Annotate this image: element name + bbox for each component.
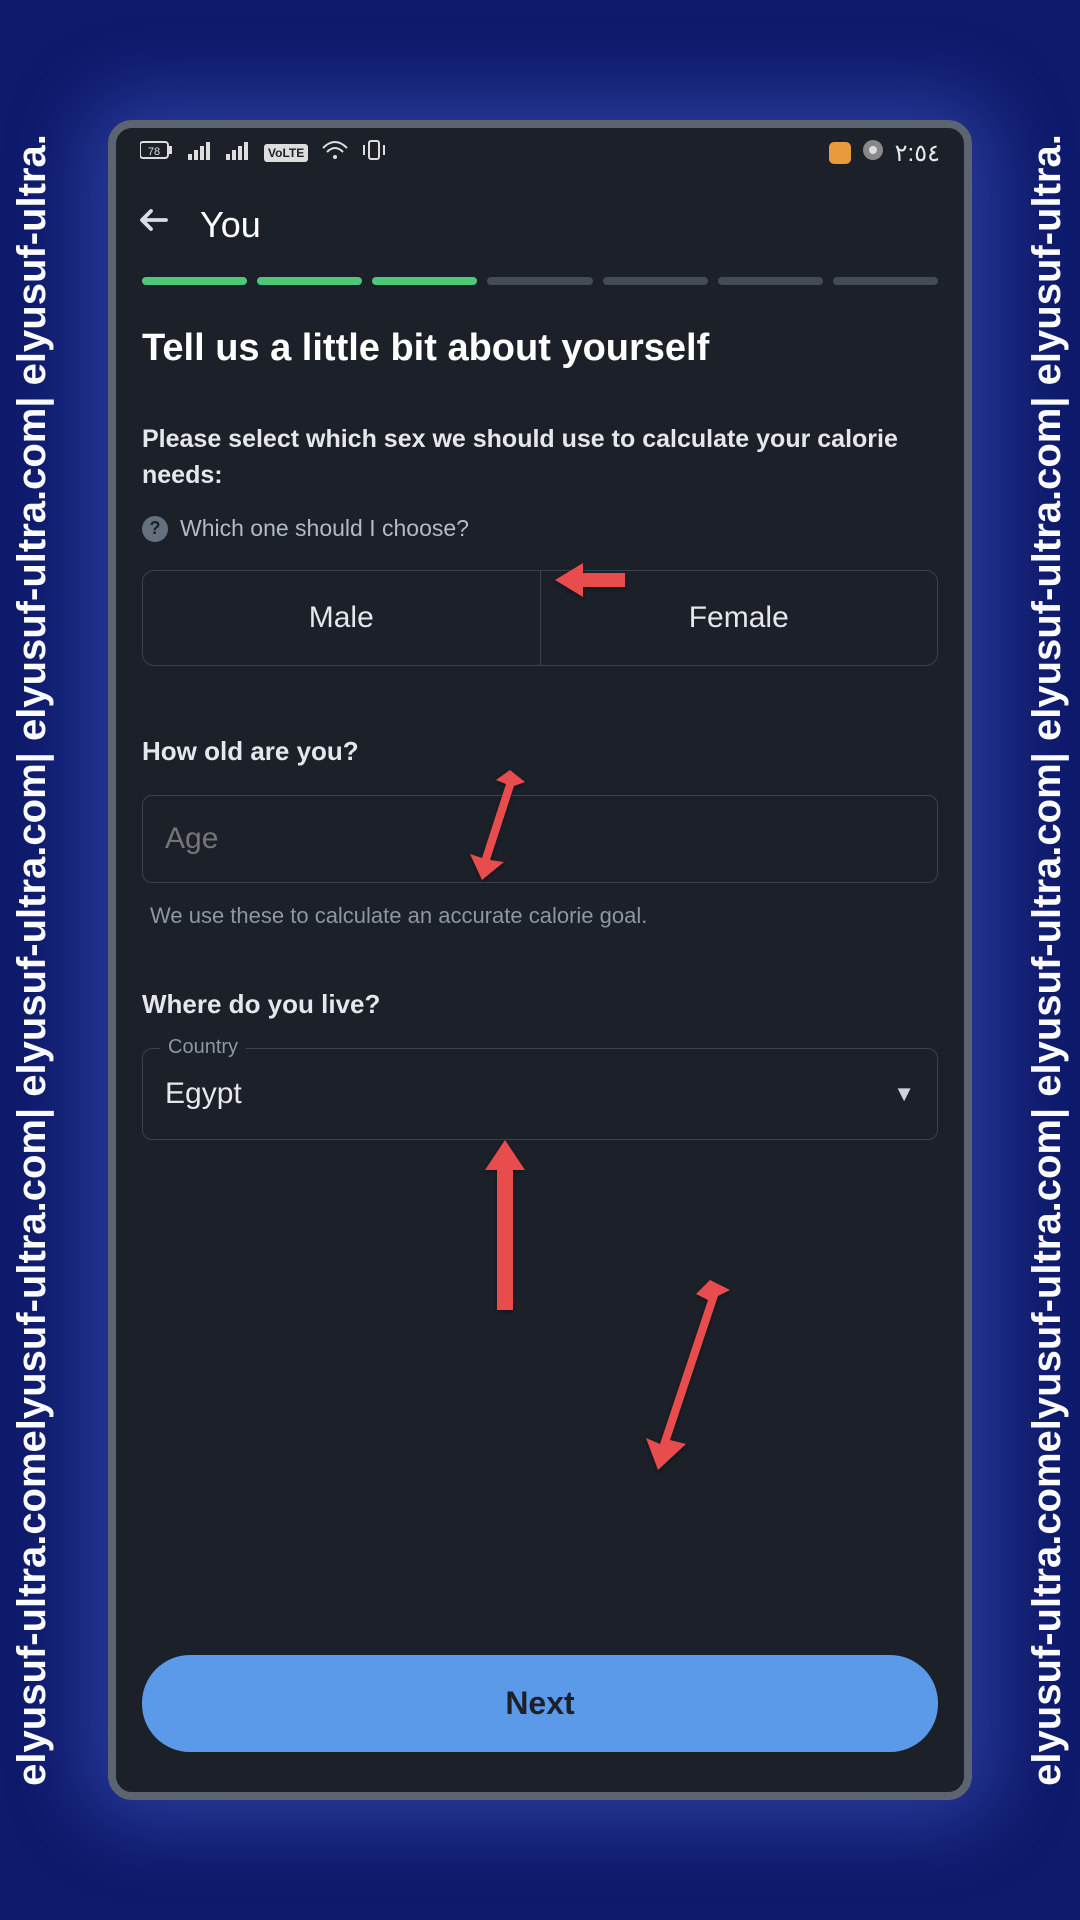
- country-value: Egypt: [165, 1077, 242, 1111]
- nav-bar: You: [116, 178, 964, 277]
- clock-text: ٢:٥٤: [895, 139, 940, 168]
- content-area: Tell us a little bit about yourself Plea…: [116, 325, 964, 1140]
- watermark-left: elyusuf-ultra.comelyusuf-ultra.com| elyu…: [10, 134, 55, 1786]
- sex-toggle: Male Female: [142, 570, 938, 666]
- age-input[interactable]: [142, 795, 938, 883]
- male-button[interactable]: Male: [143, 571, 540, 665]
- country-float-label: Country: [160, 1036, 246, 1059]
- age-label: How old are you?: [142, 736, 938, 767]
- signal-icon-2: [226, 140, 250, 166]
- help-text: Which one should I choose?: [180, 515, 469, 542]
- heading: Tell us a little bit about yourself: [142, 325, 938, 373]
- svg-text:78: 78: [148, 146, 160, 158]
- question-icon: ?: [142, 516, 168, 542]
- progress-seg: [603, 277, 708, 285]
- wifi-icon: [322, 140, 348, 166]
- notification-icon: [829, 142, 851, 164]
- recording-icon: [861, 138, 885, 168]
- vibrate-icon: [362, 139, 386, 167]
- chevron-down-icon: ▼: [893, 1081, 915, 1107]
- status-right: ٢:٥٤: [829, 138, 940, 168]
- phone-frame: 78 VoLTE ٢:٥٤ Yo: [108, 120, 972, 1800]
- progress-seg: [372, 277, 477, 285]
- sex-prompt: Please select which sex we should use to…: [142, 421, 938, 494]
- back-arrow-icon[interactable]: [136, 202, 172, 247]
- page-title: You: [200, 204, 261, 246]
- annotation-arrow: [480, 1140, 530, 1310]
- progress-seg: [257, 277, 362, 285]
- help-link[interactable]: ? Which one should I choose?: [142, 515, 938, 542]
- annotation-arrow: [470, 770, 525, 880]
- status-left: 78 VoLTE: [140, 139, 386, 167]
- battery-icon: 78: [140, 140, 174, 166]
- watermark-right: elyusuf-ultra.comelyusuf-ultra.com| elyu…: [1025, 134, 1070, 1786]
- next-button[interactable]: Next: [142, 1655, 938, 1752]
- progress-seg: [142, 277, 247, 285]
- progress-seg: [487, 277, 592, 285]
- annotation-arrow: [640, 1280, 730, 1470]
- country-label: Where do you live?: [142, 989, 938, 1020]
- age-hint: We use these to calculate an accurate ca…: [150, 903, 938, 929]
- volte-icon: VoLTE: [264, 144, 308, 162]
- country-field: Country Egypt ▼: [142, 1048, 938, 1140]
- signal-icon: [188, 140, 212, 166]
- progress-seg: [718, 277, 823, 285]
- progress-seg: [833, 277, 938, 285]
- annotation-arrow: [555, 555, 625, 605]
- country-select[interactable]: Egypt ▼: [142, 1048, 938, 1140]
- progress-bar: [116, 277, 964, 325]
- status-bar: 78 VoLTE ٢:٥٤: [116, 128, 964, 178]
